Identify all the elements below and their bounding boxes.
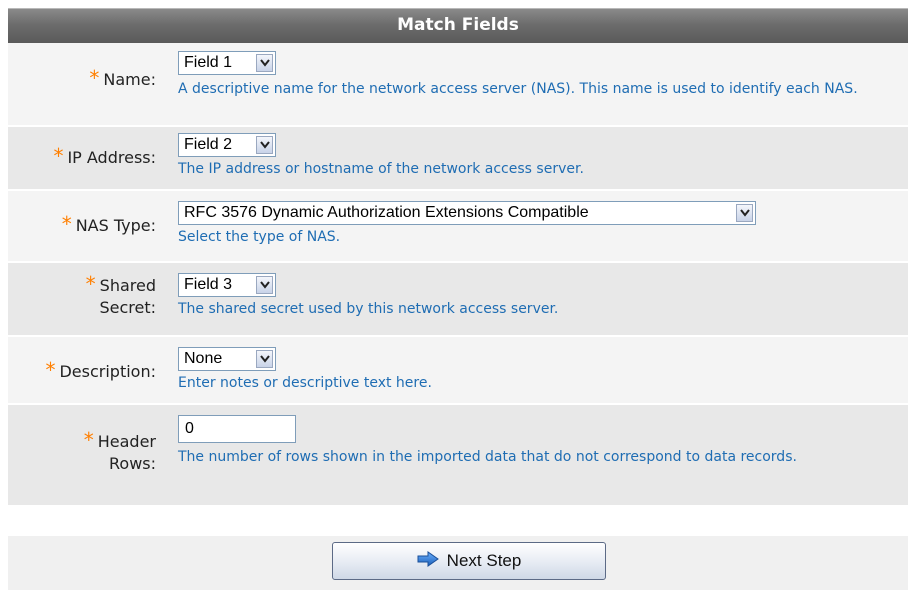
chevron-down-icon[interactable] bbox=[256, 136, 273, 154]
field-label-ip-address: * IP Address: bbox=[53, 144, 156, 168]
field-label-nas-type: * NAS Type: bbox=[61, 212, 156, 236]
field-label-header-rows: * Header Rows: bbox=[83, 428, 156, 473]
help-text-name: A descriptive name for the network acces… bbox=[178, 81, 858, 97]
form-row-header-rows: *Header Rows: The number of rows shown i… bbox=[8, 405, 908, 507]
help-text-header-rows: The number of rows shown in the imported… bbox=[178, 449, 797, 465]
help-text-shared-secret: The shared secret used by this network a… bbox=[178, 301, 559, 317]
shared-secret-field-select[interactable]: Field 3 bbox=[178, 273, 276, 297]
form-row-description: * Description: None Enter notes or descri… bbox=[8, 337, 908, 405]
arrow-right-icon bbox=[417, 550, 439, 572]
required-marker: * bbox=[45, 358, 56, 382]
required-marker: * bbox=[89, 66, 100, 90]
field-label-description: * Description: bbox=[45, 358, 156, 382]
description-field-select[interactable]: None bbox=[178, 347, 276, 371]
help-text-ip-address: The IP address or hostname of the networ… bbox=[178, 161, 584, 177]
panel-title: Match Fields bbox=[8, 8, 908, 43]
chevron-down-icon[interactable] bbox=[736, 204, 753, 222]
required-marker: * bbox=[83, 428, 94, 452]
required-marker: * bbox=[61, 212, 72, 236]
form-footer: Next Step bbox=[8, 536, 908, 590]
name-field-select[interactable]: Field 1 bbox=[178, 51, 276, 75]
chevron-down-icon[interactable] bbox=[256, 276, 273, 294]
nas-type-select[interactable]: RFC 3576 Dynamic Authorization Extension… bbox=[178, 201, 756, 225]
required-marker: * bbox=[53, 144, 64, 168]
chevron-down-icon[interactable] bbox=[256, 350, 273, 368]
field-label-name: * Name: bbox=[89, 66, 156, 90]
form-row-shared-secret: * Shared Secret: Field 3 The shared secre… bbox=[8, 263, 908, 337]
form-row-name: * Name: Field 1 A descriptive name for th… bbox=[8, 43, 908, 127]
required-marker: * bbox=[85, 272, 96, 296]
help-text-nas-type: Select the type of NAS. bbox=[178, 229, 341, 245]
next-step-button[interactable]: Next Step bbox=[332, 542, 606, 580]
form-row-nas-type: * NAS Type: RFC 3576 Dynamic Authorizatio… bbox=[8, 191, 908, 263]
header-rows-input[interactable] bbox=[178, 415, 296, 443]
ip-address-field-select[interactable]: Field 2 bbox=[178, 133, 276, 157]
match-fields-panel: Match Fields * Name: Field 1 A descriptiv… bbox=[8, 8, 908, 590]
chevron-down-icon[interactable] bbox=[256, 54, 273, 72]
field-label-shared-secret: * Shared Secret: bbox=[85, 272, 156, 317]
help-text-description: Enter notes or descriptive text here. bbox=[178, 375, 432, 391]
form-row-ip-address: * IP Address: Field 2 The IP address or h… bbox=[8, 127, 908, 191]
